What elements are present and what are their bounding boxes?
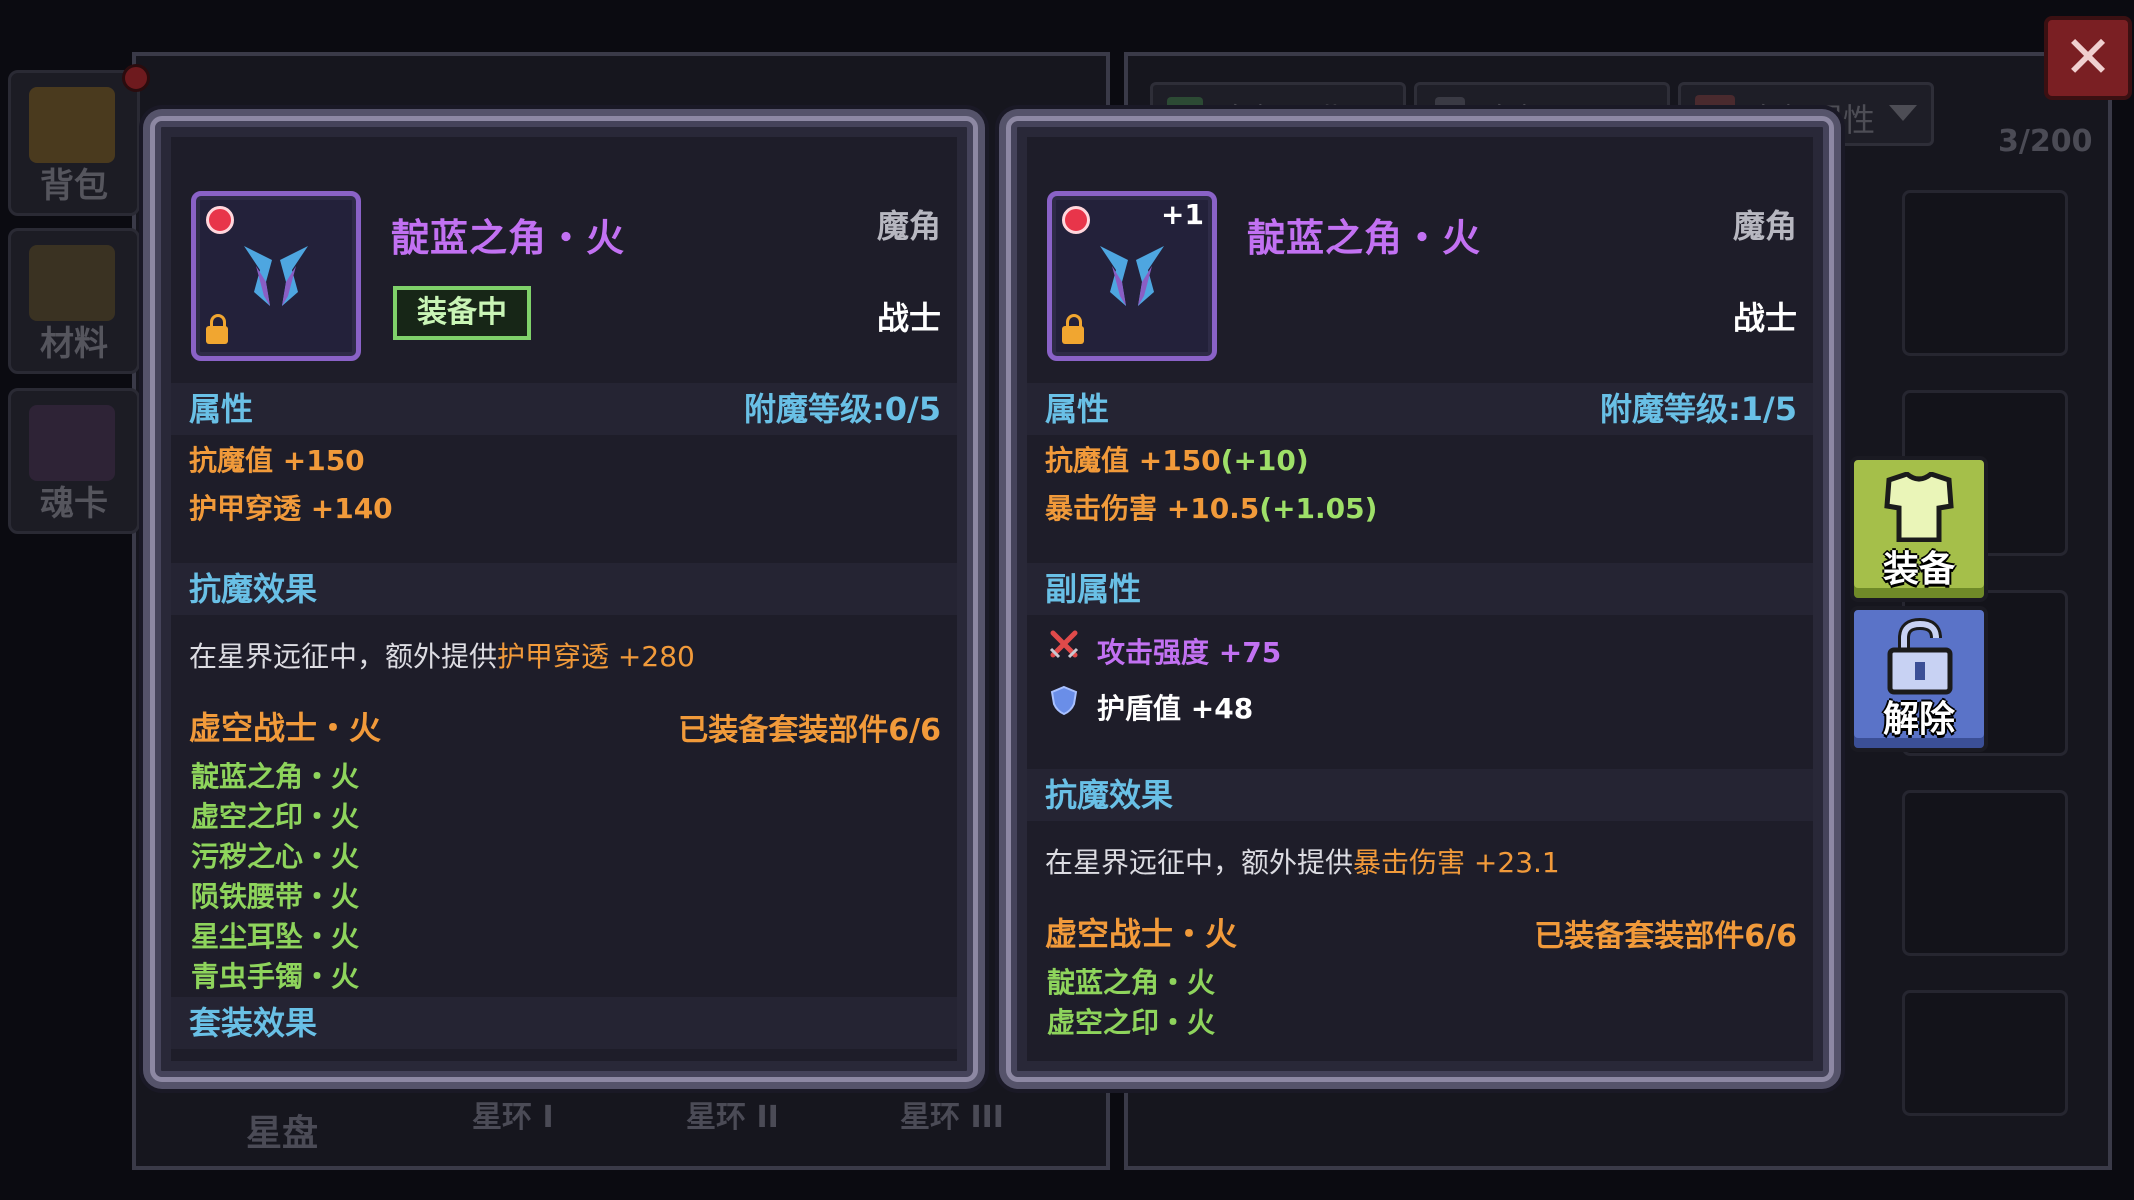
set-status: 已装备套装部件6/6 <box>1534 919 1797 954</box>
stat-value: 暴击伤害 +10.5 <box>1045 492 1260 525</box>
stat-line: 暴击伤害 +10.5(+1.05) <box>1045 487 1377 527</box>
bottom-tab-ring-2[interactable]: 星环 II <box>686 1092 779 1136</box>
bottom-tab-star-disk[interactable]: 星盘 <box>246 1104 318 1156</box>
sub-attribute-header: 副属性 <box>1027 563 1813 615</box>
item-class: 战士 <box>876 299 941 337</box>
set-piece: 虚空之印・火 <box>191 800 360 833</box>
effect-header-label: 抗魔效果 <box>189 570 318 608</box>
stat-line: 护甲穿透 +140 <box>189 492 393 525</box>
selected-item-content: +1 靛蓝之角・火 魔角 战士 属性 附魔等级:1/5 抗魔值 +150(+10… <box>1027 137 1813 1061</box>
set-name: 虚空战士・火 <box>1045 915 1238 953</box>
effect-text: 在星界远征中，额外提供 <box>1045 846 1354 879</box>
set-piece: 靛蓝之角・火 <box>1047 966 1216 999</box>
stat-bonus: (+10) <box>1220 444 1309 477</box>
lock-icon <box>1062 314 1084 344</box>
set-effect-header: 套装效果 <box>171 997 957 1049</box>
set-piece: 污秽之心・火 <box>191 840 360 873</box>
item-class: 战士 <box>1732 299 1797 337</box>
item-type: 魔角 <box>876 207 941 245</box>
unlock-button[interactable]: 解除 <box>1850 606 1988 752</box>
sub-attribute-header-label: 副属性 <box>1045 570 1142 608</box>
inventory-slot[interactable] <box>1902 990 2068 1116</box>
set-effect-header-label: 套装效果 <box>189 1004 318 1042</box>
effect-header-label: 抗魔效果 <box>1045 776 1174 814</box>
effect-description: 在星界远征中，额外提供护甲穿透 +280 <box>189 635 695 675</box>
chest-icon <box>29 87 115 163</box>
equip-button[interactable]: 装备 <box>1850 456 1988 602</box>
stat-line: 抗魔值 +150 <box>189 444 365 477</box>
inventory-slot[interactable] <box>1902 790 2068 956</box>
set-piece: 青虫手镯・火 <box>191 960 360 993</box>
set-status: 已装备套装部件6/6 <box>678 713 941 748</box>
sub-stat-line: 护盾值 +48 <box>1097 692 1254 725</box>
side-tab-materials[interactable]: 材料 <box>8 228 140 374</box>
set-piece: 陨铁腰带・火 <box>191 880 360 913</box>
shield-icon <box>1050 685 1078 715</box>
lock-icon <box>206 314 228 344</box>
stat-line: 抗魔值 +150(+10) <box>1045 439 1309 479</box>
effect-text: 在星界远征中，额外提供 <box>189 640 498 673</box>
item-name: 靛蓝之角・火 <box>1247 216 1482 260</box>
attribute-header-label: 属性 <box>189 390 254 428</box>
equipped-badge: 装备中 <box>393 286 531 340</box>
enchant-level: 附魔等级:0/5 <box>743 390 941 428</box>
enchant-level: 附魔等级:1/5 <box>1599 390 1797 428</box>
item-icon-frame: +1 <box>1047 191 1217 361</box>
attribute-header: 属性 附魔等级:1/5 <box>1027 383 1813 435</box>
set-piece: 虚空之印・火 <box>1047 1006 1216 1039</box>
attribute-header-label: 属性 <box>1045 390 1110 428</box>
item-name: 靛蓝之角・火 <box>391 216 626 260</box>
sub-stat-line: 攻击强度 +75 <box>1097 636 1282 669</box>
equip-button-label: 装备 <box>1882 549 1955 590</box>
set-name: 虚空战士・火 <box>189 709 382 747</box>
chevron-down-icon <box>1889 105 1917 121</box>
effect-highlight: 护甲穿透 +280 <box>497 640 695 673</box>
selected-item-panel: +1 靛蓝之角・火 魔角 战士 属性 附魔等级:1/5 抗魔值 +150(+10… <box>1006 116 1834 1082</box>
set-piece: 靛蓝之角・火 <box>191 760 360 793</box>
close-button[interactable]: ✕ <box>2044 16 2132 100</box>
side-tab-label: 材料 <box>40 324 108 364</box>
effect-header: 抗魔效果 <box>1027 769 1813 821</box>
inventory-slot[interactable] <box>1902 190 2068 356</box>
unlock-button-label: 解除 <box>1882 699 1955 740</box>
stat-value: 抗魔值 +150 <box>1045 444 1221 477</box>
equipped-item-panel: 靛蓝之角・火 魔角 装备中 战士 属性 附魔等级:0/5 抗魔值 +150 护甲… <box>150 116 978 1082</box>
side-tab-label: 魂卡 <box>40 484 108 524</box>
horn-icon <box>1100 246 1164 306</box>
attribute-header: 属性 附魔等级:0/5 <box>171 383 957 435</box>
padlock-icon <box>1887 618 1953 695</box>
crossed-swords-icon <box>1049 630 1079 659</box>
horn-icon <box>244 246 308 306</box>
side-tab-label: 背包 <box>40 166 108 206</box>
armor-icon <box>1884 472 1954 542</box>
effect-header: 抗魔效果 <box>171 563 957 615</box>
item-icon-frame <box>191 191 361 361</box>
bottom-tab-ring-3[interactable]: 星环 III <box>900 1092 1004 1136</box>
close-icon: ✕ <box>2063 23 2113 91</box>
soul-card-icon <box>29 405 115 481</box>
equipped-item-content: 靛蓝之角・火 魔角 装备中 战士 属性 附魔等级:0/5 抗魔值 +150 护甲… <box>171 137 957 1061</box>
inventory-capacity: 3/200 <box>1998 124 2093 159</box>
set-piece: 星尘耳坠・火 <box>191 920 360 953</box>
item-type: 魔角 <box>1732 207 1797 245</box>
bottom-tab-ring-1[interactable]: 星环 I <box>472 1092 554 1136</box>
material-icon <box>29 245 115 321</box>
side-tab-soul-card[interactable]: 魂卡 <box>8 388 140 534</box>
effect-highlight: 暴击伤害 +23.1 <box>1353 846 1560 879</box>
effect-description: 在星界远征中，额外提供暴击伤害 +23.1 <box>1045 841 1560 881</box>
side-tab-bag[interactable]: 背包 <box>8 70 140 216</box>
stat-bonus: (+1.05) <box>1259 492 1378 525</box>
notification-dot <box>122 64 150 92</box>
